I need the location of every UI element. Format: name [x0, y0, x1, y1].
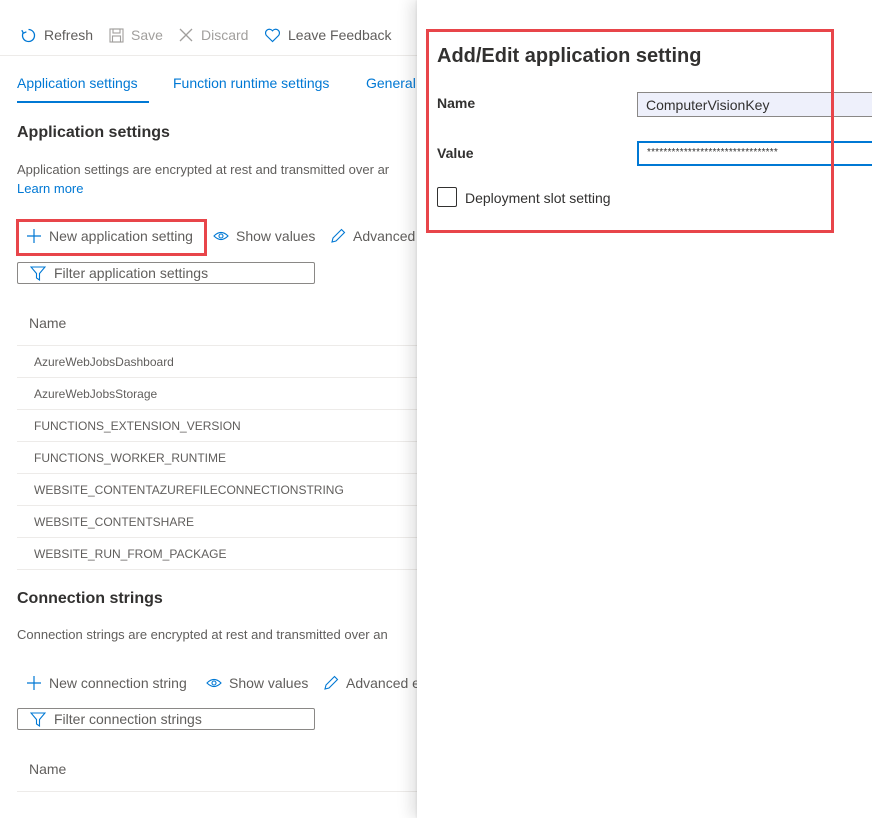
tab-application-settings[interactable]: Application settings [17, 75, 138, 91]
close-icon [179, 28, 193, 42]
connection-strings-description: Connection strings are encrypted at rest… [17, 627, 388, 642]
table-row[interactable]: FUNCTIONS_EXTENSION_VERSION [17, 410, 417, 442]
advanced-label: Advanced [353, 228, 416, 244]
advanced-edit-button[interactable]: Advanced [330, 228, 415, 244]
advanced-connection-edit-button[interactable]: Advanced e [323, 675, 420, 691]
filter-icon [30, 265, 46, 281]
filter-icon [30, 711, 46, 727]
app-settings-name-column-header[interactable]: Name [29, 315, 66, 331]
show-connection-values-label: Show values [229, 675, 309, 691]
heart-icon [264, 28, 281, 42]
show-values-label: Show values [236, 228, 316, 244]
connection-strings-title: Connection strings [17, 590, 163, 607]
filter-application-settings-input[interactable]: Filter application settings [17, 262, 315, 284]
connection-strings-name-column-header[interactable]: Name [29, 761, 66, 777]
app-settings-description: Application settings are encrypted at re… [17, 162, 390, 177]
filter-connection-strings-input[interactable]: Filter connection strings [17, 708, 315, 730]
toolbar-divider [0, 55, 417, 56]
setting-name: AzureWebJobsStorage [34, 387, 158, 401]
active-tab-indicator [17, 101, 149, 103]
save-button[interactable]: Save [109, 26, 163, 44]
setting-name: FUNCTIONS_WORKER_RUNTIME [34, 451, 227, 465]
pencil-icon [324, 675, 339, 690]
save-label: Save [131, 27, 163, 43]
show-connection-values-button[interactable]: Show values [206, 675, 308, 691]
save-icon [109, 27, 124, 43]
setting-name: WEBSITE_RUN_FROM_PACKAGE [34, 547, 227, 561]
new-connection-string-label: New connection string [49, 675, 187, 691]
highlight-panel-form [426, 29, 834, 233]
discard-button[interactable]: Discard [178, 26, 248, 44]
filter-connection-strings-placeholder: Filter connection strings [54, 711, 202, 727]
feedback-label: Leave Feedback [288, 27, 392, 43]
refresh-label: Refresh [44, 27, 94, 43]
table-row[interactable]: AzureWebJobsStorage [17, 378, 417, 410]
new-connection-string-button[interactable]: New connection string [26, 675, 187, 691]
setting-name: WEBSITE_CONTENTSHARE [34, 515, 195, 529]
table-row[interactable]: WEBSITE_RUN_FROM_PACKAGE [17, 538, 417, 570]
discard-label: Discard [201, 27, 249, 43]
advanced-connection-label: Advanced e [346, 675, 420, 691]
setting-name: WEBSITE_CONTENTAZUREFILECONNECTIONSTRING [34, 483, 344, 497]
tab-function-runtime-settings[interactable]: Function runtime settings [173, 75, 329, 91]
plus-icon [27, 676, 41, 690]
setting-name: AzureWebJobsDashboard [34, 355, 174, 369]
leave-feedback-button[interactable]: Leave Feedback [264, 26, 392, 44]
pencil-icon [331, 228, 346, 243]
tab-general[interactable]: General [366, 75, 416, 91]
highlight-new-setting [16, 219, 207, 256]
filter-application-settings-placeholder: Filter application settings [54, 265, 209, 281]
table-row[interactable]: WEBSITE_CONTENTAZUREFILECONNECTIONSTRING [17, 474, 417, 506]
table-row[interactable]: FUNCTIONS_WORKER_RUNTIME [17, 442, 417, 474]
show-values-button[interactable]: Show values [213, 228, 315, 244]
refresh-icon [21, 28, 36, 42]
refresh-button[interactable]: Refresh [20, 26, 93, 44]
setting-name: FUNCTIONS_EXTENSION_VERSION [34, 419, 241, 433]
connection-table-header-divider [17, 791, 417, 792]
eye-icon [206, 678, 222, 688]
eye-icon [213, 231, 229, 241]
learn-more-link[interactable]: Learn more [17, 181, 83, 196]
table-row[interactable]: AzureWebJobsDashboard [17, 346, 417, 378]
table-row[interactable]: WEBSITE_CONTENTSHARE [17, 506, 417, 538]
app-settings-title: Application settings [17, 124, 170, 141]
